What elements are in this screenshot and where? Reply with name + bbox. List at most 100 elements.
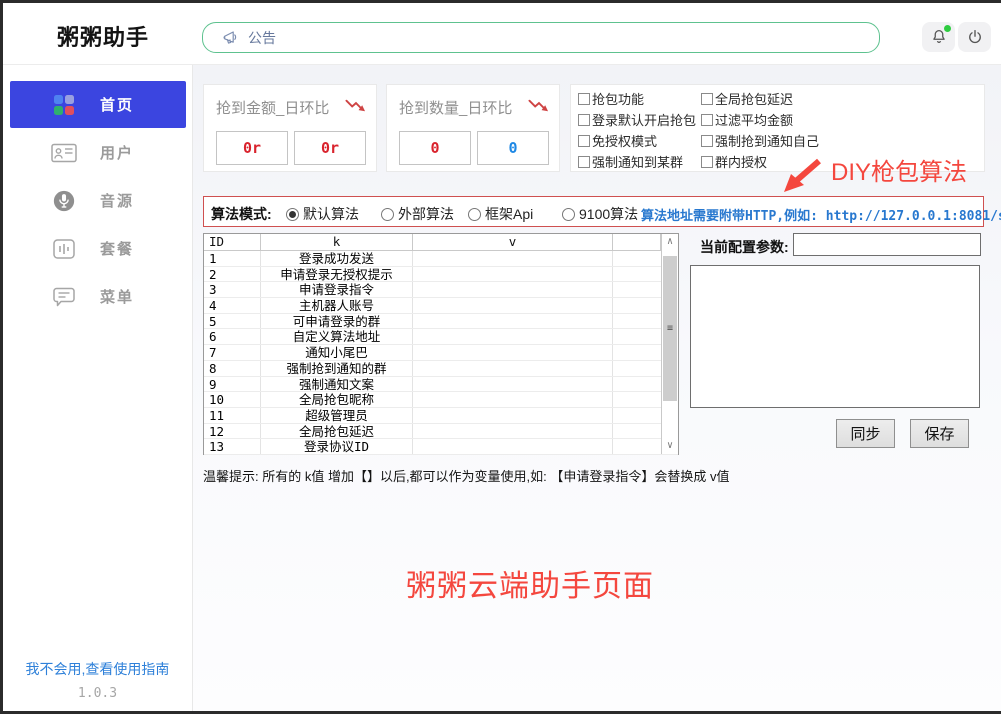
- stat-title: 抢到金额_日环比: [216, 97, 329, 118]
- radio-icon[interactable]: [286, 208, 299, 221]
- cell-v: [413, 314, 613, 329]
- cell-id: 9: [204, 377, 261, 392]
- radio-icon[interactable]: [468, 208, 481, 221]
- radio-icon[interactable]: [381, 208, 394, 221]
- cell-id: 4: [204, 298, 261, 313]
- checkbox-label: 登录默认开启抢包: [592, 110, 696, 129]
- sync-button[interactable]: 同步: [836, 419, 895, 448]
- sidebar-item-users[interactable]: 用户: [10, 129, 186, 176]
- table-row[interactable]: 5 可申请登录的群: [204, 314, 678, 330]
- checkbox-option[interactable]: 抢包功能: [578, 88, 696, 109]
- top-bar: 粥粥助手 公告: [3, 3, 1001, 65]
- sidebar-item-audio[interactable]: 音源: [10, 177, 186, 224]
- checkbox-option[interactable]: 强制通知到某群: [578, 151, 696, 172]
- checkbox[interactable]: [701, 114, 713, 126]
- stat-value-box: 0r: [216, 131, 288, 165]
- table-row[interactable]: 10 全局抢包昵称: [204, 392, 678, 408]
- checkbox-label: 群内授权: [715, 152, 767, 171]
- scrollbar-thumb[interactable]: ≡: [663, 256, 677, 401]
- options-column-1: 抢包功能 登录默认开启抢包 免授权模式 强制通知到某群: [578, 88, 696, 172]
- cell-v: [413, 424, 613, 439]
- table-scrollbar[interactable]: ∧ ≡ ∨: [661, 234, 678, 454]
- radio-icon[interactable]: [562, 208, 575, 221]
- radio-label: 9100算法: [579, 204, 638, 224]
- checkbox[interactable]: [578, 135, 590, 147]
- id-card-icon: [50, 143, 78, 163]
- notifications-button[interactable]: [922, 22, 955, 52]
- scrollbar-down-arrow-icon[interactable]: ∨: [662, 438, 678, 454]
- notification-dot: [944, 25, 951, 32]
- checkbox[interactable]: [578, 93, 590, 105]
- checkbox-option[interactable]: 过滤平均金额: [701, 109, 819, 130]
- config-params-input[interactable]: [793, 233, 981, 256]
- cell-k: 自定义算法地址: [261, 329, 413, 344]
- algorithm-radio-9100[interactable]: 9100算法: [562, 204, 638, 224]
- checkbox[interactable]: [578, 156, 590, 168]
- cell-empty: [613, 329, 661, 344]
- power-button[interactable]: [958, 22, 991, 52]
- table-row[interactable]: 6 自定义算法地址: [204, 329, 678, 345]
- table-row[interactable]: 12 全局抢包延迟: [204, 424, 678, 440]
- checkbox[interactable]: [701, 156, 713, 168]
- table-header-row: ID k v: [204, 234, 678, 251]
- algorithm-mode-bar: 算法模式: 默认算法 外部算法 框架Api 9100算法 算法地址需要附带HTT…: [203, 196, 984, 227]
- scrollbar-up-arrow-icon[interactable]: ∧: [662, 234, 678, 250]
- table-row[interactable]: 9 强制通知文案: [204, 377, 678, 393]
- announcement-label: 公告: [248, 28, 276, 48]
- megaphone-icon: [223, 30, 240, 45]
- algorithm-radio-default[interactable]: 默认算法: [286, 204, 359, 224]
- trend-down-icon: [528, 98, 549, 113]
- table-row[interactable]: 4 主机器人账号: [204, 298, 678, 314]
- cell-id: 2: [204, 267, 261, 282]
- sidebar-item-menu[interactable]: 菜单: [10, 273, 186, 320]
- table-row[interactable]: 3 申请登录指令: [204, 282, 678, 298]
- algorithm-radio-external[interactable]: 外部算法: [381, 204, 454, 224]
- algorithm-mode-label: 算法模式:: [211, 204, 272, 224]
- sidebar-item-label: 套餐: [100, 238, 134, 259]
- app-logo: 粥粥助手: [57, 20, 149, 52]
- stat-card-amount: 抢到金额_日环比 0r 0r: [203, 84, 377, 172]
- cell-k: 主机器人账号: [261, 298, 413, 313]
- sidebar-item-home[interactable]: 首页: [10, 81, 186, 128]
- cell-k: 申请登录无授权提示: [261, 267, 413, 282]
- page-annotation-text: 粥粥云端助手页面: [406, 561, 654, 605]
- cell-empty: [613, 377, 661, 392]
- sidebar-item-label: 用户: [100, 142, 134, 163]
- checkbox-label: 全局抢包延迟: [715, 89, 793, 108]
- table-row[interactable]: 8 强制抢到通知的群: [204, 361, 678, 377]
- checkbox-option[interactable]: 免授权模式: [578, 130, 696, 151]
- checkbox-label: 抢包功能: [592, 89, 644, 108]
- cell-id: 8: [204, 361, 261, 376]
- table-row[interactable]: 7 通知小尾巴: [204, 345, 678, 361]
- table-row[interactable]: 2 申请登录无授权提示: [204, 267, 678, 283]
- cell-id: 3: [204, 282, 261, 297]
- checkbox[interactable]: [701, 135, 713, 147]
- cell-empty: [613, 298, 661, 313]
- checkbox[interactable]: [701, 93, 713, 105]
- checkbox-label: 过滤平均金额: [715, 110, 793, 129]
- announcement-bar[interactable]: 公告: [202, 22, 880, 53]
- stat-value-box: 0r: [294, 131, 366, 165]
- algorithm-radio-framework-api[interactable]: 框架Api: [468, 204, 533, 224]
- config-textarea[interactable]: [690, 265, 980, 408]
- cell-k: 强制通知文案: [261, 377, 413, 392]
- cell-k: 全局抢包延迟: [261, 424, 413, 439]
- table-row[interactable]: 13 登录协议ID: [204, 439, 678, 455]
- checkbox-option[interactable]: 强制抢到通知自己: [701, 130, 819, 151]
- table-row[interactable]: 11 超级管理员: [204, 408, 678, 424]
- usage-guide-link[interactable]: 我不会用,查看使用指南: [3, 659, 192, 679]
- checkbox-option[interactable]: 登录默认开启抢包: [578, 109, 696, 130]
- sidebar-item-packages[interactable]: 套餐: [10, 225, 186, 272]
- checkbox-option[interactable]: 全局抢包延迟: [701, 88, 819, 109]
- cell-k: 登录成功发送: [261, 251, 413, 266]
- checkbox-label: 强制通知到某群: [592, 152, 683, 171]
- annotation-arrow-icon: [778, 157, 824, 195]
- cell-v: [413, 408, 613, 423]
- table-row[interactable]: 1 登录成功发送: [204, 251, 678, 267]
- sidebar-item-label: 菜单: [100, 286, 134, 307]
- checkbox[interactable]: [578, 114, 590, 126]
- save-button[interactable]: 保存: [910, 419, 969, 448]
- stat-card-count: 抢到数量_日环比 0 0: [386, 84, 560, 172]
- table-body: 1 登录成功发送 2 申请登录无授权提示 3 申请登录指令: [204, 251, 678, 455]
- checkbox-label: 强制抢到通知自己: [715, 131, 819, 150]
